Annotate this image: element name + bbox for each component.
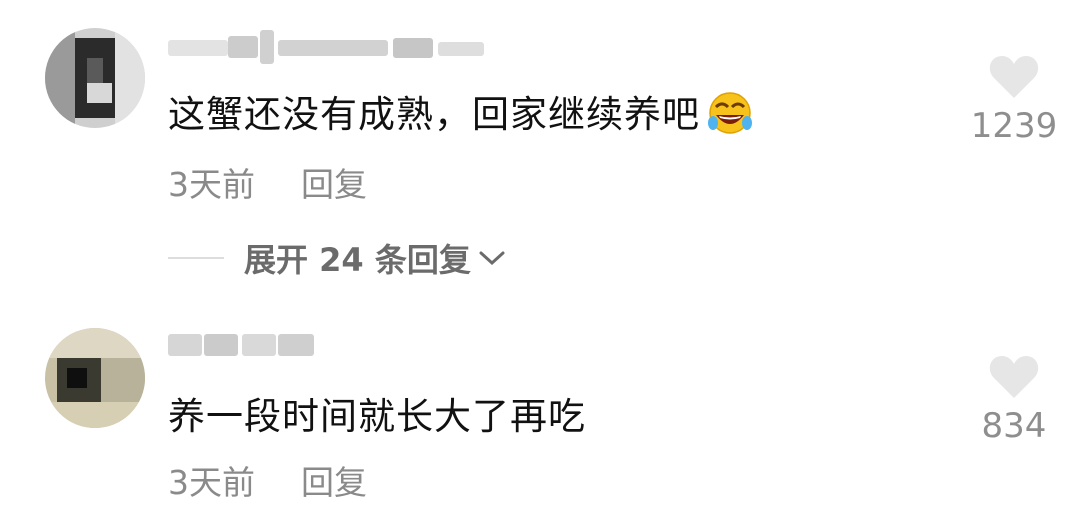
divider-line — [168, 257, 224, 259]
expand-replies-label: 展开 24 条回复 — [244, 241, 471, 279]
comment-item: 养一段时间就长大了再吃 3天前 回复 834 — [0, 300, 1080, 531]
like-button[interactable]: 1239 — [954, 54, 1074, 146]
rolling-laughing-emoji-icon — [704, 89, 756, 144]
avatar-image — [45, 28, 145, 128]
reply-button[interactable]: 回复 — [301, 165, 367, 204]
comment-text: 养一段时间就长大了再吃 — [168, 395, 586, 438]
expand-replies-button[interactable]: 展开 24 条回复 — [168, 236, 507, 280]
comment-meta: 3天前 回复 — [168, 158, 367, 206]
avatar-image — [45, 328, 145, 428]
username-blurred[interactable] — [168, 328, 318, 362]
avatar[interactable] — [45, 28, 145, 128]
avatar[interactable] — [45, 328, 145, 428]
blurred-username-image — [168, 334, 314, 356]
comment-time: 3天前 — [168, 165, 255, 204]
comment-text: 这蟹还没有成熟，回家继续养吧 — [168, 84, 756, 144]
heart-icon — [989, 56, 1039, 98]
chevron-down-icon — [479, 251, 505, 266]
like-count: 834 — [981, 406, 1047, 446]
reply-button[interactable]: 回复 — [301, 463, 367, 502]
comment-item: 这蟹还没有成熟，回家继续养吧 3天前 回复 1239 — [0, 0, 1080, 220]
comment-time: 3天前 — [168, 463, 255, 502]
like-count: 1239 — [970, 106, 1058, 146]
comment-meta: 3天前 回复 — [168, 456, 367, 504]
blurred-username-image — [168, 30, 484, 64]
like-button[interactable]: 834 — [954, 354, 1074, 446]
heart-icon — [989, 356, 1039, 398]
username-blurred[interactable] — [168, 30, 488, 64]
